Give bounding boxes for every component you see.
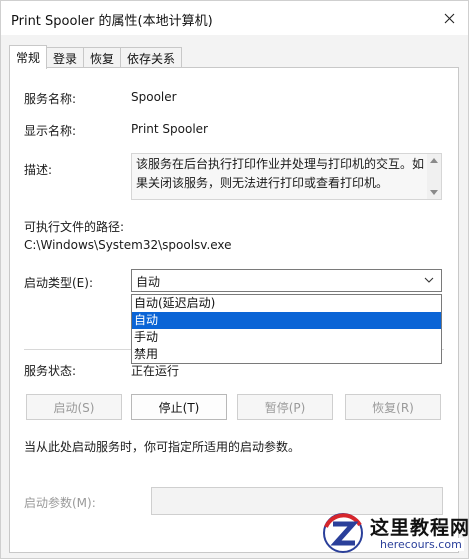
pause-button-label: 暂停(P) bbox=[264, 400, 306, 415]
startup-type-dropdown: 自动(延迟启动) 自动 手动 禁用 bbox=[131, 294, 442, 364]
service-name-value: Spooler bbox=[131, 90, 177, 104]
scroll-up-icon[interactable] bbox=[430, 158, 438, 163]
tab-label: 恢复 bbox=[90, 51, 115, 66]
start-button[interactable]: 启动(S) bbox=[26, 394, 122, 420]
startup-type-value: 自动 bbox=[136, 275, 161, 289]
service-status-label: 服务状态: bbox=[24, 364, 77, 378]
description-label: 描述: bbox=[24, 163, 53, 177]
watermark-logo: 这里教程网 herecours.com bbox=[318, 508, 468, 558]
start-params-label: 启动参数(M): bbox=[24, 496, 96, 510]
display-name-value: Print Spooler bbox=[131, 122, 208, 136]
pause-button[interactable]: 暂停(P) bbox=[237, 394, 333, 420]
tab-recovery[interactable]: 恢复 bbox=[83, 47, 122, 68]
tab-label: 登录 bbox=[53, 51, 78, 66]
tab-strip: 常规 登录 恢复 依存关系 bbox=[9, 45, 183, 69]
chevron-down-icon bbox=[424, 277, 434, 283]
watermark-subtitle: herecours.com bbox=[378, 538, 464, 551]
tab-label: 依存关系 bbox=[127, 51, 176, 66]
description-box[interactable]: 该服务在后台执行打印作业并处理与打印机的交互。如果关闭该服务，则无法进行打印或查… bbox=[131, 153, 442, 200]
startup-type-select[interactable]: 自动 bbox=[131, 269, 442, 292]
tab-dependencies[interactable]: 依存关系 bbox=[120, 47, 183, 68]
watermark-title: 这里教程网 bbox=[370, 517, 469, 539]
startup-option-manual[interactable]: 手动 bbox=[132, 329, 441, 346]
startup-type-label: 启动类型(E): bbox=[24, 276, 93, 290]
close-button[interactable] bbox=[434, 5, 464, 31]
exe-path-label: 可执行文件的路径: bbox=[24, 220, 125, 234]
scroll-down-icon[interactable] bbox=[430, 190, 438, 195]
display-name-label: 显示名称: bbox=[24, 124, 77, 138]
description-text: 该服务在后台执行打印作业并处理与打印机的交互。如果关闭该服务，则无法进行打印或查… bbox=[136, 157, 425, 190]
logo-icon bbox=[323, 513, 363, 553]
tab-logon[interactable]: 登录 bbox=[46, 47, 85, 68]
tab-general[interactable]: 常规 bbox=[9, 45, 48, 69]
service-status-value: 正在运行 bbox=[131, 364, 180, 378]
close-icon bbox=[444, 13, 454, 23]
tab-label: 常规 bbox=[16, 51, 41, 65]
general-panel: 服务名称: Spooler 显示名称: Print Spooler 描述: 该服… bbox=[9, 67, 459, 553]
stop-button-label: 停止(T) bbox=[158, 400, 200, 415]
exe-path-value: C:\Windows\System32\spoolsv.exe bbox=[24, 238, 232, 252]
start-button-label: 启动(S) bbox=[53, 400, 95, 415]
startup-option-auto-delayed[interactable]: 自动(延迟启动) bbox=[132, 295, 441, 312]
startup-option-disabled[interactable]: 禁用 bbox=[132, 346, 441, 363]
window-title: Print Spooler 的属性(本地计算机) bbox=[11, 14, 213, 29]
stop-button[interactable]: 停止(T) bbox=[131, 394, 227, 420]
service-name-label: 服务名称: bbox=[24, 92, 77, 106]
description-scrollbar[interactable] bbox=[427, 154, 441, 199]
title-bar: Print Spooler 的属性(本地计算机) bbox=[1, 1, 468, 35]
startup-option-auto[interactable]: 自动 bbox=[132, 312, 441, 329]
start-params-hint: 当从此处启动服务时，你可指定所适用的启动参数。 bbox=[24, 440, 301, 454]
properties-window: Print Spooler 的属性(本地计算机) 常规 登录 恢复 依存关系 服… bbox=[0, 0, 469, 559]
resume-button[interactable]: 恢复(R) bbox=[345, 394, 441, 420]
resume-button-label: 恢复(R) bbox=[372, 400, 414, 415]
